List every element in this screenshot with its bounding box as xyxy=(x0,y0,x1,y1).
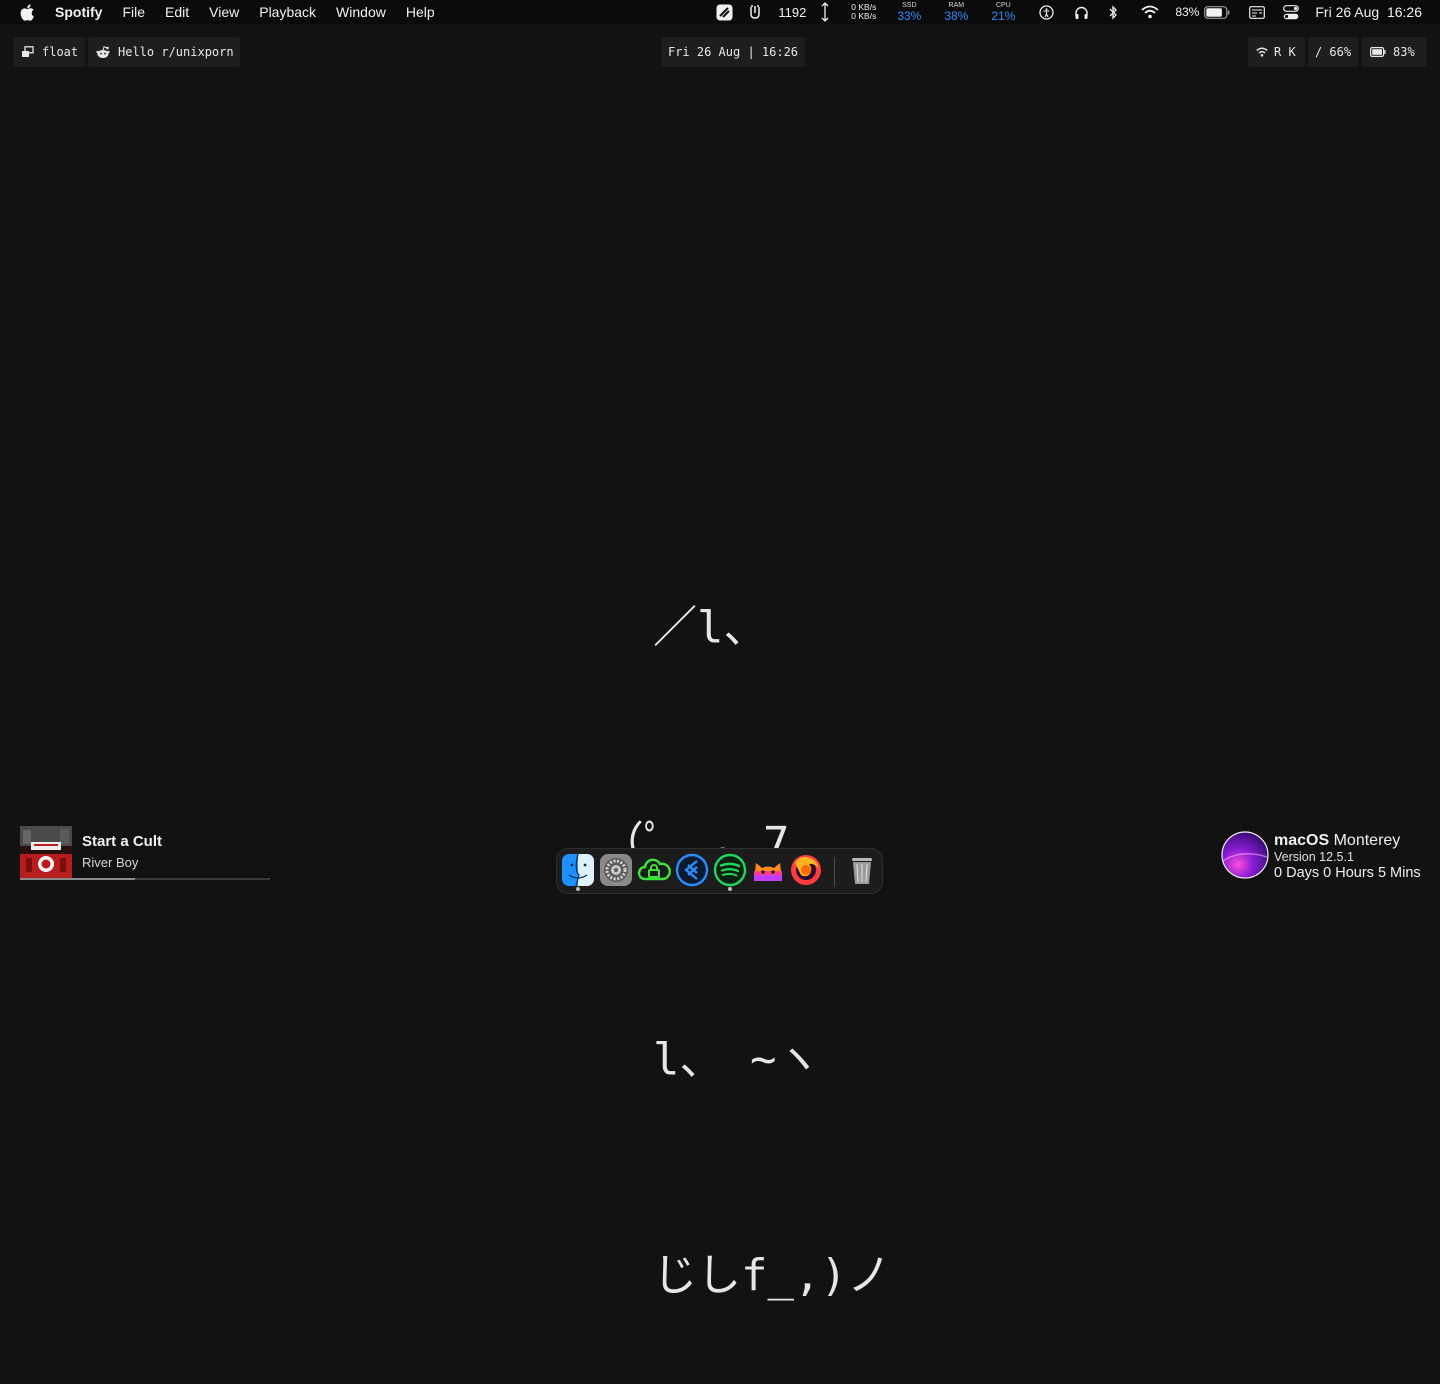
wifi-small-icon xyxy=(1256,47,1268,57)
ascii-line: じしf_,)ノ xyxy=(600,1250,891,1301)
macos-logo-icon xyxy=(1221,831,1269,879)
network-speed[interactable]: 0 KB/s 0 KB/s xyxy=(846,3,876,21)
os-name-release: Monterey xyxy=(1333,832,1401,849)
menu-view[interactable]: View xyxy=(199,0,249,24)
topbar-clock-label: Fri 26 Aug | 16:26 xyxy=(667,45,799,59)
topbar-clock-pill[interactable]: Fri 26 Aug | 16:26 xyxy=(661,37,805,67)
os-version: Version 12.5.1 xyxy=(1274,850,1354,864)
wifi-pill[interactable]: R K xyxy=(1248,37,1305,67)
menu-file[interactable]: File xyxy=(112,0,155,24)
vscode-icon[interactable] xyxy=(675,853,709,887)
spotify-icon[interactable] xyxy=(713,853,747,887)
battery-label: 83% xyxy=(1393,45,1415,59)
menu-bar-left: Spotify File Edit View Playback Window H… xyxy=(0,0,445,24)
battery-small-icon xyxy=(1370,47,1386,57)
firefox-icon[interactable] xyxy=(789,853,823,887)
cpu-stat[interactable]: CPU 21% xyxy=(986,2,1020,22)
trash-icon[interactable] xyxy=(845,853,879,887)
reddit-icon xyxy=(96,45,110,59)
layout-mode-label: float xyxy=(42,45,79,59)
ssd-value: 33% xyxy=(897,9,922,23)
menu-app-name[interactable]: Spotify xyxy=(49,0,112,24)
disk-label: / 66% xyxy=(1314,45,1352,59)
headphones-icon[interactable] xyxy=(1073,0,1089,24)
finder-icon[interactable] xyxy=(561,853,595,887)
counter-value: 1192 xyxy=(778,4,807,20)
ascii-cat-art: ／l、 （ﾟ､ ｡ 7 l、 ~ヽ じしf_,)ノ xyxy=(600,448,891,1384)
apple-logo-icon[interactable] xyxy=(19,3,35,21)
os-name: macOS Monterey xyxy=(1274,832,1400,850)
control-center-icon[interactable] xyxy=(1283,0,1300,24)
spotify-running-dot xyxy=(728,887,732,891)
dock-separator xyxy=(834,857,835,887)
ssd-stat[interactable]: SSD 33% xyxy=(892,2,926,22)
wifi-label: R K xyxy=(1274,45,1296,59)
track-artist[interactable]: River Boy xyxy=(82,855,138,870)
menubar-clock[interactable]: Fri 26 Aug 16:26 xyxy=(1315,4,1422,20)
up-down-arrows-icon[interactable] xyxy=(820,0,830,24)
display-icon[interactable] xyxy=(1249,0,1266,24)
menu-help[interactable]: Help xyxy=(396,0,445,24)
disk-pill[interactable]: / 66% xyxy=(1308,37,1358,67)
menu-bar-right: 1192 0 KB/s 0 KB/s SSD 33% RAM 38% CPU 2… xyxy=(714,0,1440,24)
ram-stat[interactable]: RAM 38% xyxy=(939,2,973,22)
wifi-icon[interactable] xyxy=(1141,0,1159,24)
ascii-line: ／l、 xyxy=(600,602,768,653)
track-progress-bar[interactable] xyxy=(20,878,270,880)
battery-pill[interactable]: 83% xyxy=(1362,37,1427,67)
os-uptime: 0 Days 0 Hours 5 Mins xyxy=(1274,865,1421,881)
dock xyxy=(556,848,883,894)
finder-running-dot xyxy=(576,887,580,891)
menu-window[interactable]: Window xyxy=(326,0,396,24)
ram-value: 38% xyxy=(944,9,969,23)
system-info-widget: macOS Monterey Version 12.5.1 0 Days 0 H… xyxy=(1221,830,1431,881)
input-icon[interactable] xyxy=(748,0,762,24)
ascii-line: l、 ~ヽ xyxy=(600,1034,821,1085)
now-playing-widget[interactable]: Start a Cult River Boy xyxy=(20,826,270,880)
menu-edit[interactable]: Edit xyxy=(155,0,199,24)
window-title-pill[interactable]: Hello r/unixporn xyxy=(88,37,240,67)
cloud-lock-icon[interactable] xyxy=(637,853,671,887)
album-cover[interactable] xyxy=(20,826,72,878)
menu-playback[interactable]: Playback xyxy=(249,0,326,24)
cpu-value: 21% xyxy=(991,9,1016,23)
windows-stack-icon xyxy=(21,46,34,58)
window-title-label: Hello r/unixporn xyxy=(118,45,234,59)
accessibility-icon[interactable] xyxy=(1038,0,1054,24)
system-preferences-icon[interactable] xyxy=(599,853,633,887)
network-down-value: 0 KB/s xyxy=(851,11,877,21)
battery-percent: 83% xyxy=(1175,5,1200,19)
menu-bar: Spotify File Edit View Playback Window H… xyxy=(0,0,1440,24)
layout-mode-pill[interactable]: float xyxy=(13,37,85,67)
track-progress-fill xyxy=(20,878,135,880)
cat-app-icon[interactable] xyxy=(751,853,785,887)
track-title[interactable]: Start a Cult xyxy=(82,833,162,850)
os-name-bold: macOS xyxy=(1274,832,1330,849)
menu-extra-app-icon[interactable] xyxy=(714,0,734,24)
bluetooth-icon[interactable] xyxy=(1107,0,1119,24)
battery-icon[interactable] xyxy=(1203,0,1231,24)
